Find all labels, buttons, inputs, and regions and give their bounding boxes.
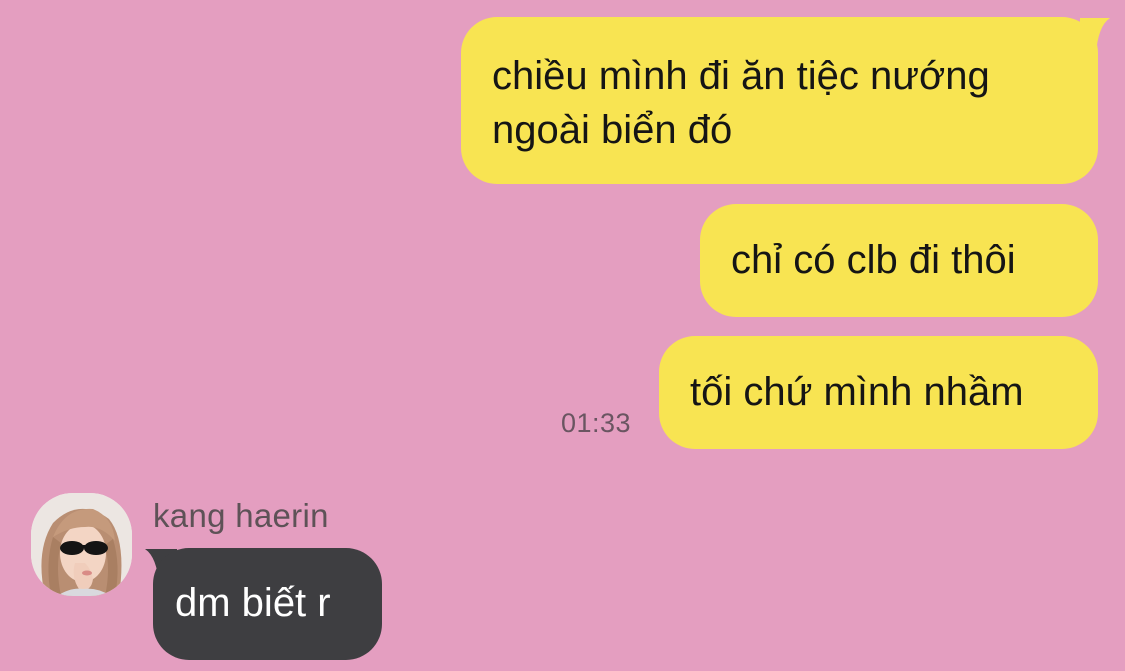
outgoing-message-bubble[interactable]: chỉ có clb đi thôi (700, 204, 1098, 317)
incoming-message-bubble[interactable]: dm biết r (153, 548, 382, 660)
outgoing-message-bubble[interactable]: tối chứ mình nhầm (659, 336, 1098, 449)
bubble-tail-icon (1080, 18, 1110, 54)
message-text: dm biết r (175, 581, 331, 625)
message-text: chiều mình đi ăn tiệc nướng ngoài biển đ… (492, 54, 990, 152)
user-avatar-photo-icon (31, 493, 132, 596)
outgoing-message-bubble[interactable]: chiều mình đi ăn tiệc nướng ngoài biển đ… (461, 17, 1098, 184)
sender-avatar[interactable] (31, 493, 132, 596)
message-timestamp: 01:33 (561, 408, 632, 438)
sender-name: kang haerin (153, 497, 329, 534)
message-text: tối chứ mình nhầm (690, 370, 1024, 414)
message-text: chỉ có clb đi thôi (731, 238, 1016, 282)
